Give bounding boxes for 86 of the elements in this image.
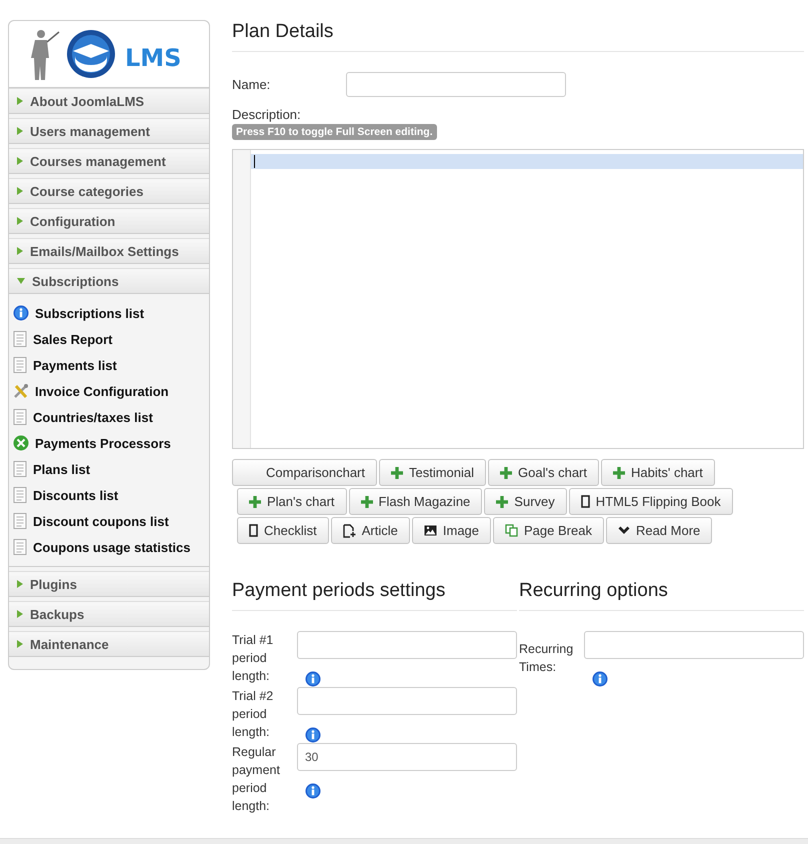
editor-button[interactable]: Article [330,517,410,544]
editor-button[interactable]: Survey [484,488,567,515]
image-icon [424,525,437,536]
copy-icon [505,524,518,537]
document-icon [13,461,27,477]
section-title: Plan Details [232,20,804,52]
input-field[interactable] [584,631,804,659]
sidebar-section[interactable]: Emails/Mailbox Settings [9,238,209,264]
plus-icon [500,466,512,478]
square-icon [249,524,258,537]
editor-button[interactable]: Testimonial [379,459,486,486]
settings-icon [13,435,29,451]
sidebar-item[interactable]: Payments Processors [9,430,209,456]
sidebar-section[interactable]: Course categories [9,178,209,204]
editor-button[interactable]: Image [412,517,492,544]
info-icon [13,305,29,321]
editor-button[interactable]: Plan's chart [237,488,347,515]
triangle-right-icon [17,127,23,135]
triangle-right-icon [17,217,23,225]
plus-icon [496,496,508,508]
name-field[interactable] [346,72,566,97]
input-field[interactable] [297,631,517,659]
field-label: Trial #2 period length: [232,688,274,741]
section-title: Payment periods settings [232,579,517,611]
triangle-right-icon [17,640,23,648]
sidebar-item[interactable]: Invoice Configuration [9,378,209,404]
document-icon [13,513,27,529]
hint-badge: Press F10 to toggle Full Screen editing. [232,124,437,140]
editor-button[interactable]: Comparisonchart [232,459,377,486]
triangle-down-icon [17,278,25,284]
chevron-down-icon [618,526,630,535]
sidebar-item[interactable]: Sales Report [9,326,209,352]
plus-icon [391,466,403,478]
plus-icon [360,496,373,508]
info-icon [592,671,608,687]
triangle-right-icon [17,187,23,195]
editor-button[interactable]: Page Break [493,517,604,544]
document-icon [13,331,27,347]
triangle-right-icon [17,247,23,255]
sidebar-item[interactable]: Discount coupons list [9,508,209,534]
tools-icon [13,383,29,399]
input-field[interactable] [297,687,517,715]
sidebar-section[interactable]: Users management [9,118,209,144]
sidebar-section[interactable]: Configuration [9,208,209,234]
field-label: Recurring Times: [519,641,574,676]
sidebar-section[interactable]: Courses management [9,148,209,174]
sidebar-section[interactable]: Plugins [9,571,209,597]
sidebar-item[interactable]: Payments list [9,352,209,378]
input-field[interactable]: 30 [297,743,517,771]
sidebar-section[interactable]: Maintenance [9,631,209,657]
document-plus-icon [342,524,356,538]
sidebar-item[interactable]: Coupons usage statistics [9,534,209,560]
plus-icon [249,496,261,508]
sidebar-section[interactable]: Backups [9,601,209,627]
sidebar-item[interactable]: Subscriptions list [9,300,209,326]
info-icon [305,727,321,743]
section-title: Recurring options [519,579,804,611]
editor-button[interactable]: Checklist [237,517,329,544]
field-label: Name: [232,77,272,92]
document-icon [13,487,27,503]
info-icon [305,671,321,687]
field-label: Regular payment period length: [232,744,281,815]
sidebar-item[interactable]: Countries/taxes list [9,404,209,430]
sidebar-section[interactable]: Subscriptions [9,268,209,294]
editor-button[interactable]: HTML5 Flipping Book [568,488,733,515]
triangle-right-icon [17,97,23,105]
sidebar-section[interactable]: About JoomlaLMS [9,88,209,114]
triangle-right-icon [17,610,23,618]
text-editor[interactable] [232,149,804,449]
logo-drawing: LMS [29,26,189,82]
field-label: Description: [232,107,302,122]
info-icon [305,783,321,799]
sidebar-item[interactable]: Discounts list [9,482,209,508]
editor-button[interactable]: Habits' chart [601,459,715,486]
document-icon [13,539,27,555]
editor-button[interactable]: Goal's chart [488,459,599,486]
document-icon [13,357,27,373]
sidebar-item[interactable]: Plans list [9,456,209,482]
plus-icon [613,466,625,478]
triangle-right-icon [17,157,23,165]
editor-button[interactable]: Flash Magazine [348,488,482,515]
editor-button[interactable]: Read More [606,517,712,544]
document-icon [13,409,27,425]
field-label: Trial #1 period length: [232,632,274,685]
triangle-right-icon [17,580,23,588]
square-icon [580,495,590,508]
